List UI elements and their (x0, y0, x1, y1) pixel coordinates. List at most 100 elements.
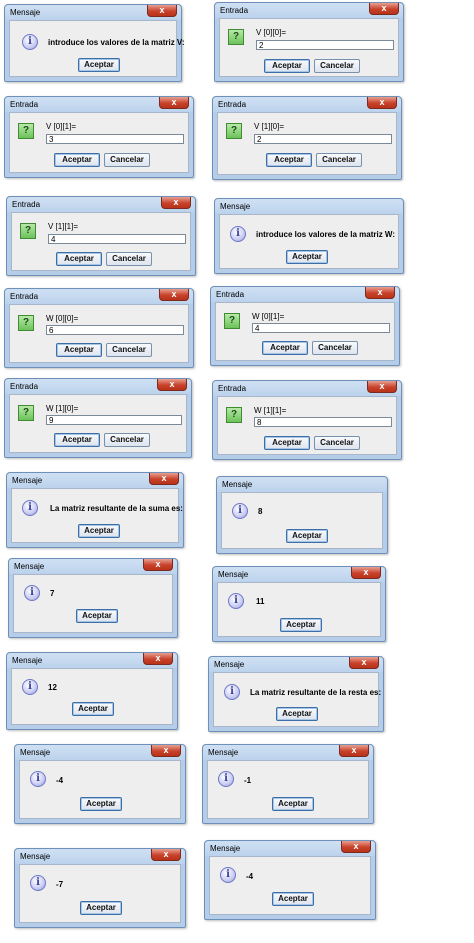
close-icon[interactable]: x (159, 289, 189, 301)
message-dialog-intro-w: Mensaje i introduce los valores de la ma… (214, 198, 404, 274)
ok-button[interactable]: Aceptar (72, 702, 114, 716)
title-bar[interactable]: Mensaje x (205, 841, 375, 856)
message-dialog-suma: Mensaje x i La matriz resultante de la su… (6, 472, 184, 548)
value-input[interactable]: 2 (256, 40, 394, 50)
dialog-title: Mensaje (12, 656, 43, 665)
title-bar[interactable]: Mensaje x (9, 559, 177, 574)
value-input[interactable]: 8 (254, 417, 392, 427)
title-bar[interactable]: Entrada x (215, 3, 403, 18)
close-icon[interactable]: x (339, 745, 369, 757)
value-input[interactable]: 4 (252, 323, 390, 333)
value-input[interactable]: 9 (46, 415, 182, 425)
cancel-button[interactable]: Cancelar (314, 59, 360, 73)
ok-button[interactable]: Aceptar (78, 58, 120, 72)
ok-button[interactable]: Aceptar (54, 433, 100, 447)
value-input[interactable]: 3 (46, 134, 184, 144)
ok-button[interactable]: Aceptar (262, 341, 308, 355)
title-bar[interactable]: Entrada x (213, 381, 401, 396)
message-text: -7 (56, 880, 64, 889)
message-dialog-diff-value-4: Mensaje x i -4 Aceptar (204, 840, 376, 920)
title-bar[interactable]: Mensaje x (213, 567, 385, 582)
dialog-content: i 8 Aceptar (221, 492, 383, 549)
cancel-button[interactable]: Cancelar (106, 252, 152, 266)
title-bar[interactable]: Mensaje x (7, 653, 177, 668)
ok-button[interactable]: Aceptar (54, 153, 100, 167)
close-icon[interactable]: x (151, 849, 181, 861)
close-icon[interactable]: x (351, 567, 381, 579)
dialog-content: ? W [1][1]= 8 Aceptar Cancelar (217, 396, 397, 455)
dialog-title: Entrada (10, 292, 39, 301)
message-dialog-sum-value-3: Mensaje x i 11 Aceptar (212, 566, 386, 642)
message-dialog-sum-value-2: Mensaje x i 7 Aceptar (8, 558, 178, 638)
cancel-button[interactable]: Cancelar (104, 153, 150, 167)
close-icon[interactable]: x (367, 97, 397, 109)
title-bar[interactable]: Mensaje (215, 199, 403, 214)
close-icon[interactable]: x (143, 653, 173, 665)
title-bar[interactable]: Mensaje (217, 477, 387, 492)
title-bar[interactable]: Entrada x (5, 379, 191, 394)
input-prompt: W [1][0]= (46, 404, 79, 413)
cancel-button[interactable]: Cancelar (104, 433, 150, 447)
cancel-button[interactable]: Cancelar (316, 153, 362, 167)
ok-button[interactable]: Aceptar (280, 618, 322, 632)
dialog-content: i -4 Aceptar (209, 856, 371, 915)
ok-button[interactable]: Aceptar (80, 901, 122, 915)
close-icon[interactable]: x (159, 97, 189, 109)
value-input[interactable]: 4 (48, 234, 186, 244)
value-input[interactable]: 2 (254, 134, 392, 144)
close-icon[interactable]: x (365, 287, 395, 299)
title-bar[interactable]: Mensaje x (7, 473, 183, 488)
title-bar[interactable]: Entrada x (7, 197, 195, 212)
ok-button[interactable]: Aceptar (286, 250, 328, 264)
ok-button[interactable]: Aceptar (78, 524, 120, 538)
close-icon[interactable]: x (341, 841, 371, 853)
input-dialog-w00: Entrada x ? W [0][0]= 6 Aceptar Cancelar (4, 288, 194, 368)
close-icon[interactable]: x (143, 559, 173, 571)
title-bar[interactable]: Mensaje x (209, 657, 383, 672)
value-input[interactable]: 6 (46, 325, 184, 335)
cancel-button[interactable]: Cancelar (314, 436, 360, 450)
ok-button[interactable]: Aceptar (276, 707, 318, 721)
title-bar[interactable]: Mensaje x (15, 745, 185, 760)
title-bar[interactable]: Mensaje x (5, 5, 181, 20)
title-bar[interactable]: Mensaje x (15, 849, 185, 864)
message-text: introduce los valores de la matriz V: (48, 38, 185, 47)
close-icon[interactable]: x (157, 379, 187, 391)
ok-button[interactable]: Aceptar (264, 436, 310, 450)
ok-button[interactable]: Aceptar (266, 153, 312, 167)
cancel-button[interactable]: Cancelar (312, 341, 358, 355)
title-bar[interactable]: Entrada x (211, 287, 399, 302)
dialog-content: ? V [0][1]= 3 Aceptar Cancelar (9, 112, 189, 173)
information-icon: i (22, 34, 38, 50)
close-icon[interactable]: x (161, 197, 191, 209)
information-icon: i (232, 503, 248, 519)
close-icon[interactable]: x (349, 657, 379, 669)
title-bar[interactable]: Entrada x (5, 289, 193, 304)
close-icon[interactable]: x (151, 745, 181, 757)
close-icon[interactable]: x (149, 473, 179, 485)
dialog-title: Entrada (218, 100, 247, 109)
title-bar[interactable]: Entrada x (213, 97, 401, 112)
message-text: La matriz resultante de la suma es: (50, 504, 183, 513)
ok-button[interactable]: Aceptar (76, 609, 118, 623)
dialog-content: i -7 Aceptar (19, 864, 181, 923)
close-icon[interactable]: x (147, 5, 177, 17)
close-icon[interactable]: x (369, 3, 399, 15)
dialog-title: Entrada (220, 6, 249, 15)
ok-button[interactable]: Aceptar (264, 59, 310, 73)
ok-button[interactable]: Aceptar (286, 529, 328, 543)
title-bar[interactable]: Entrada x (5, 97, 193, 112)
ok-button[interactable]: Aceptar (56, 252, 102, 266)
cancel-button[interactable]: Cancelar (106, 343, 152, 357)
input-prompt: V [0][1]= (46, 122, 77, 131)
message-text: 11 (256, 597, 265, 606)
dialog-content: i -1 Aceptar (207, 760, 369, 819)
ok-button[interactable]: Aceptar (56, 343, 102, 357)
ok-button[interactable]: Aceptar (272, 892, 314, 906)
close-icon[interactable]: x (367, 381, 397, 393)
dialog-content: i 11 Aceptar (217, 582, 381, 637)
ok-button[interactable]: Aceptar (80, 797, 122, 811)
message-text: -4 (246, 872, 254, 881)
title-bar[interactable]: Mensaje x (203, 745, 373, 760)
ok-button[interactable]: Aceptar (272, 797, 314, 811)
